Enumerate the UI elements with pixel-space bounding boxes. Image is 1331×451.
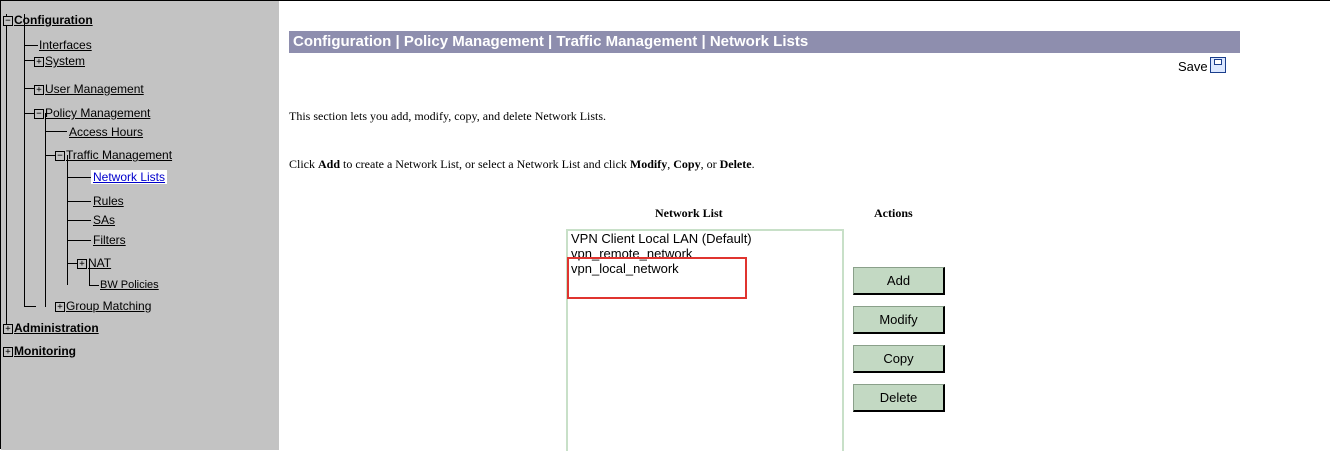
- sidebar-item-network-lists[interactable]: Network Lists: [91, 170, 168, 184]
- sidebar-item-label: BW Policies: [100, 279, 159, 291]
- sidebar-item-label: Monitoring: [14, 344, 76, 358]
- expand-icon[interactable]: +: [34, 85, 44, 95]
- sidebar-item-label: Network Lists: [91, 170, 168, 184]
- tree-line: [24, 14, 25, 307]
- expand-icon[interactable]: +: [3, 324, 13, 334]
- add-button[interactable]: Add: [853, 267, 945, 295]
- save-button[interactable]: Save: [1178, 57, 1226, 74]
- sidebar-item-label: Administration: [14, 321, 99, 335]
- delete-button[interactable]: Delete: [853, 384, 945, 412]
- main-panel: Configuration | Policy Management | Traf…: [280, 1, 1331, 451]
- page-title: Configuration | Policy Management | Traf…: [289, 31, 1240, 53]
- collapse-icon[interactable]: −: [55, 151, 65, 161]
- sidebar-item-label: Policy Management: [45, 106, 151, 120]
- sidebar-item-label: Access Hours: [69, 125, 144, 139]
- sidebar-item-user-management[interactable]: + User Management: [34, 82, 144, 96]
- instr-part: , or: [700, 157, 720, 171]
- expand-icon[interactable]: +: [77, 259, 87, 269]
- sidebar-item-label: Group Matching: [66, 299, 152, 313]
- tree-line: [45, 113, 46, 307]
- tree-line: [67, 201, 91, 202]
- instr-add: Add: [318, 157, 341, 171]
- intro-text: This section lets you add, modify, copy,…: [289, 109, 607, 123]
- annotation-highlight-box: [567, 257, 747, 299]
- sidebar-item-traffic-management[interactable]: − Traffic Management: [55, 148, 172, 162]
- sidebar-item-label: Traffic Management: [66, 148, 173, 162]
- sidebar-item-configuration[interactable]: − Configuration: [3, 13, 93, 27]
- sidebar-item-label: User Management: [45, 82, 144, 96]
- sidebar-item-monitoring[interactable]: + Monitoring: [3, 344, 76, 358]
- sidebar-item-group-matching[interactable]: + Group Matching: [55, 299, 151, 313]
- expand-icon[interactable]: +: [3, 347, 13, 357]
- sidebar-tree: − Configuration Interfaces + System + User …: [1, 1, 279, 450]
- sidebar-item-access-hours[interactable]: Access Hours: [69, 125, 143, 139]
- sidebar-item-filters[interactable]: Filters: [93, 233, 126, 247]
- sidebar-item-label: SAs: [93, 213, 116, 227]
- sidebar-item-bw-policies[interactable]: BW Policies: [100, 278, 159, 292]
- list-item[interactable]: VPN Client Local LAN (Default): [568, 231, 842, 246]
- tree-line: [6, 14, 7, 326]
- tree-line: [67, 220, 91, 221]
- sidebar-item-interfaces[interactable]: Interfaces: [39, 38, 92, 52]
- instr-modify: Modify: [629, 157, 668, 171]
- save-label: Save: [1178, 59, 1208, 74]
- expand-icon[interactable]: +: [34, 57, 44, 67]
- instr-part: .: [751, 157, 755, 171]
- expand-icon[interactable]: +: [55, 302, 65, 312]
- sidebar-item-label: NAT: [88, 256, 112, 270]
- sidebar-item-label: System: [45, 54, 86, 68]
- tree-line: [24, 306, 36, 307]
- sidebar-item-nat[interactable]: + NAT: [77, 256, 111, 270]
- tree-line: [45, 155, 55, 156]
- copy-button[interactable]: Copy: [853, 345, 945, 373]
- instr-delete: Delete: [719, 157, 752, 171]
- instr-part: Click: [289, 157, 318, 171]
- sidebar-item-label: Rules: [93, 194, 124, 208]
- sidebar-item-administration[interactable]: + Administration: [3, 321, 99, 335]
- instr-part: to create a Network List, or select a Ne…: [340, 157, 630, 171]
- modify-button[interactable]: Modify: [853, 306, 945, 334]
- floppy-disk-icon[interactable]: [1209, 57, 1226, 73]
- instructions-text: Click Add to create a Network List, or s…: [289, 157, 755, 172]
- tree-line: [67, 240, 91, 241]
- sidebar-item-label: Interfaces: [39, 38, 92, 52]
- sidebar-item-system[interactable]: + System: [34, 54, 85, 68]
- tree-line: [45, 131, 67, 132]
- tree-line: [67, 263, 77, 264]
- network-list-heading: Network List: [655, 206, 723, 220]
- sidebar-item-rules[interactable]: Rules: [93, 194, 124, 208]
- sidebar-item-sas[interactable]: SAs: [93, 213, 115, 227]
- tree-line: [67, 177, 91, 178]
- sidebar-item-label: Filters: [93, 233, 126, 247]
- actions-heading: Actions: [874, 206, 913, 220]
- sidebar-item-label: Configuration: [14, 13, 93, 27]
- tree-line: [89, 285, 99, 286]
- collapse-icon[interactable]: −: [3, 16, 13, 26]
- collapse-icon[interactable]: −: [34, 109, 44, 119]
- instr-copy: Copy: [673, 157, 701, 171]
- sidebar-item-policy-management[interactable]: − Policy Management: [34, 106, 150, 120]
- tree-line: [24, 45, 38, 46]
